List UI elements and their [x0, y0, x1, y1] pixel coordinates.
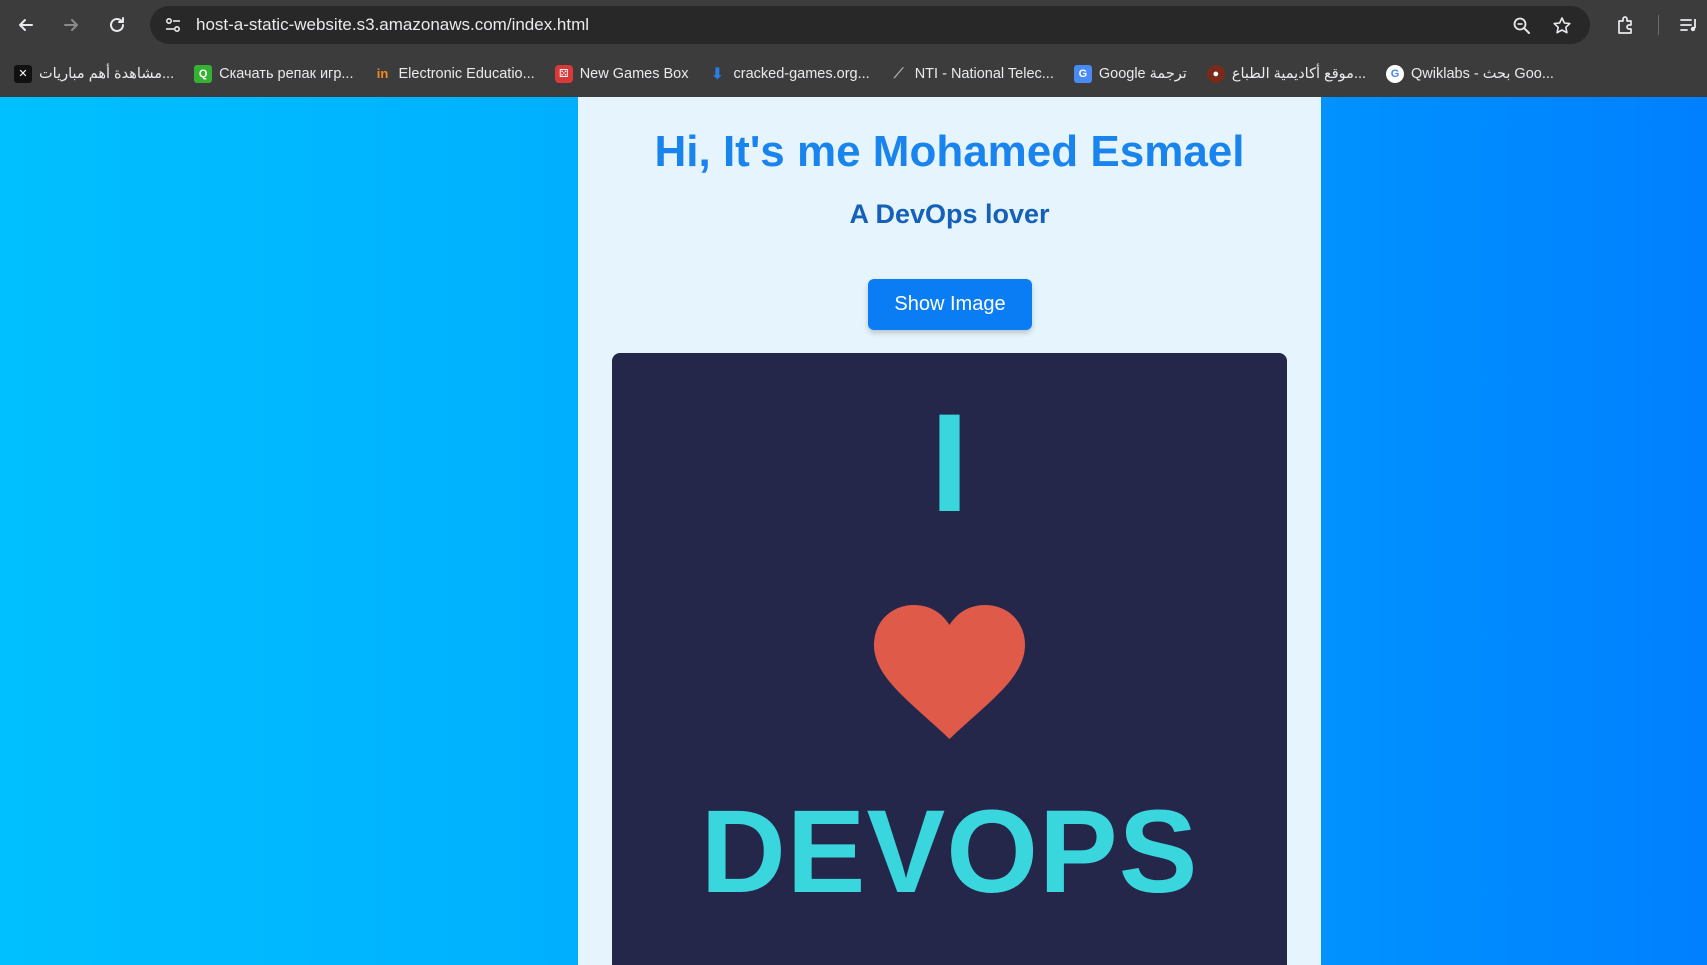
show-image-button[interactable]: Show Image	[868, 279, 1032, 330]
extensions-button[interactable]	[1613, 12, 1639, 38]
page-viewport: Hi, It's me Mohamed Esmael A DevOps love…	[0, 97, 1707, 965]
academy-icon: ●	[1206, 64, 1225, 83]
bookmark-label: New Games Box	[579, 65, 689, 82]
bookmark-cracked-games[interactable]: ⬇ cracked-games.org...	[709, 65, 870, 83]
bookmark-matches[interactable]: ✕ مشاهدة أهم مباريات...	[14, 64, 175, 83]
bookmark-label: مشاهدة أهم مباريات...	[39, 65, 175, 82]
tune-icon	[165, 17, 181, 33]
back-button[interactable]	[12, 11, 40, 39]
bookmark-label: Google ترجمة	[1098, 65, 1187, 82]
reload-icon	[110, 17, 124, 32]
bookmark-star-button[interactable]	[1550, 14, 1574, 38]
toolbar-divider	[1658, 15, 1659, 35]
reading-list-button[interactable]	[1676, 12, 1702, 38]
google-translate-icon: G	[1073, 64, 1092, 83]
heart-icon	[874, 605, 1025, 739]
reload-button[interactable]	[103, 11, 131, 39]
bookmarks-bar: ✕ مشاهدة أهم مباريات... Q Скачать репак …	[0, 50, 1707, 97]
zoom-button[interactable]	[1510, 14, 1534, 38]
bookmark-label: Electronic Educatio...	[398, 65, 535, 82]
zoom-icon	[1513, 17, 1530, 34]
bookmark-repack[interactable]: Q Скачать репак игр...	[194, 64, 354, 83]
dice-icon: ⚄	[554, 64, 573, 83]
bookmark-google-translate[interactable]: G Google ترجمة	[1073, 64, 1187, 83]
browser-window: host-a-static-website.s3.amazonaws.com/i…	[0, 0, 1707, 965]
puzzle-icon	[1618, 16, 1632, 34]
bookmark-label: cracked-games.org...	[733, 65, 870, 82]
page-title: Hi, It's me Mohamed Esmael	[654, 127, 1245, 176]
bookmark-nti[interactable]: ⟋ NTI - National Telec...	[890, 65, 1054, 83]
bookmark-new-games-box[interactable]: ⚄ New Games Box	[554, 64, 689, 83]
bookmark-label: NTI - National Telec...	[914, 65, 1054, 82]
bookmark-label: Qwiklabs - بحث Goo...	[1411, 65, 1554, 82]
bookmark-academy[interactable]: ● موقع أكاديمية الطباع...	[1206, 64, 1367, 83]
bookmark-label: Скачать репак игр...	[219, 65, 354, 82]
image-letter-i: I	[930, 384, 969, 541]
arrow-right-icon	[64, 19, 78, 31]
star-icon	[1553, 17, 1571, 34]
site-info-button[interactable]	[160, 12, 186, 38]
ai-site-icon: ✕	[14, 64, 32, 83]
green-q-icon: Q	[194, 64, 213, 83]
page-subtitle: A DevOps lover	[849, 199, 1050, 229]
address-bar[interactable]: host-a-static-website.s3.amazonaws.com/i…	[150, 6, 1590, 44]
forward-button[interactable]	[57, 11, 85, 39]
nti-logo-icon: ⟋	[893, 65, 904, 81]
bookmark-qwiklabs[interactable]: G Qwiklabs - بحث Goo...	[1386, 64, 1554, 83]
url-text[interactable]: host-a-static-website.s3.amazonaws.com/i…	[196, 15, 589, 35]
browser-toolbar: host-a-static-website.s3.amazonaws.com/i…	[0, 0, 1707, 50]
devops-image: I DEVOPS	[612, 353, 1287, 965]
bookmark-label: موقع أكاديمية الطباع...	[1231, 65, 1367, 82]
content-card: Hi, It's me Mohamed Esmael A DevOps love…	[578, 97, 1321, 965]
download-arrow-icon: ⬇	[710, 65, 725, 83]
playlist-icon	[1680, 19, 1696, 32]
google-icon: G	[1386, 64, 1405, 83]
arrow-left-icon	[19, 19, 33, 31]
image-devops-text: DEVOPS	[700, 786, 1199, 918]
bookmark-electronic-education[interactable]: in Electronic Educatio...	[373, 65, 535, 83]
in-logo-icon: in	[376, 66, 389, 81]
